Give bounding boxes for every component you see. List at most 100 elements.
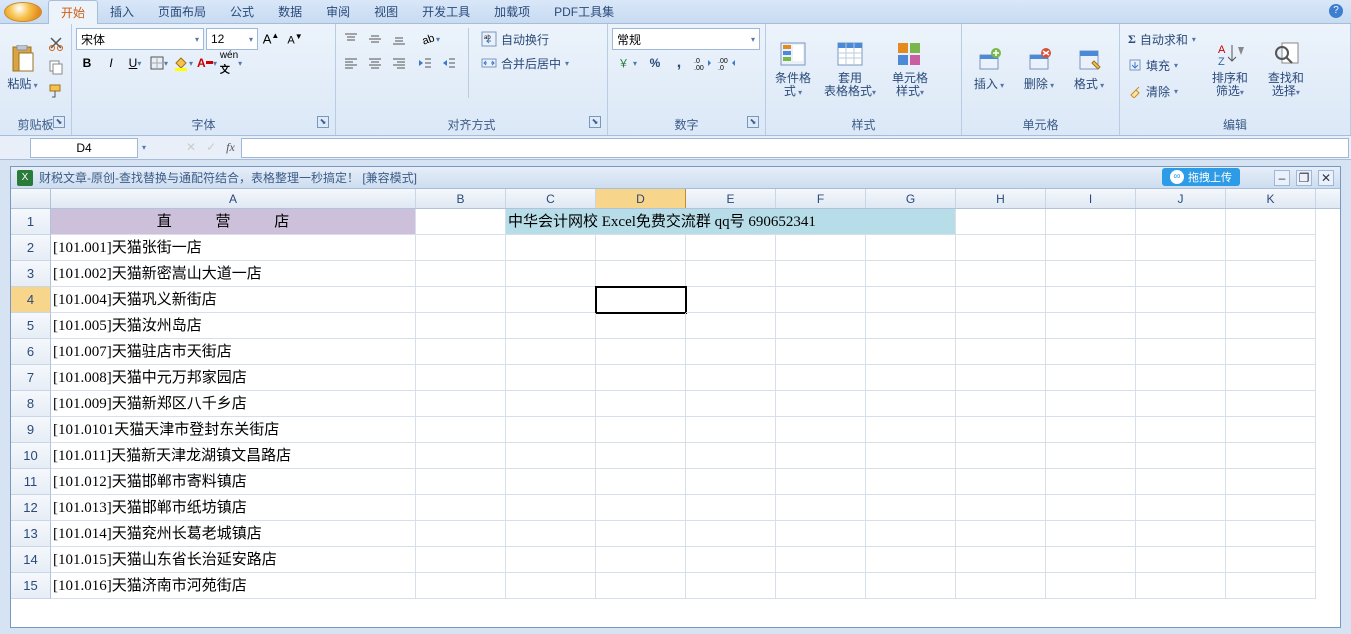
cell-G3[interactable] bbox=[866, 261, 956, 287]
cell-B5[interactable] bbox=[416, 313, 506, 339]
cell-E11[interactable] bbox=[686, 469, 776, 495]
wrap-text-button[interactable]: ab自动换行 bbox=[477, 28, 573, 50]
row-header[interactable]: 3 bbox=[11, 261, 51, 287]
row-header[interactable]: 12 bbox=[11, 495, 51, 521]
cell-J2[interactable] bbox=[1136, 235, 1226, 261]
data-cell-A9[interactable]: [101.0101天猫天津市登封东关街店 bbox=[51, 417, 416, 443]
cell-C10[interactable] bbox=[506, 443, 596, 469]
cell-J10[interactable] bbox=[1136, 443, 1226, 469]
row-header[interactable]: 4 bbox=[11, 287, 51, 313]
data-cell-A11[interactable]: [101.012]天猫邯郸市寄料镇店 bbox=[51, 469, 416, 495]
cell-G10[interactable] bbox=[866, 443, 956, 469]
cell-I5[interactable] bbox=[1046, 313, 1136, 339]
cell-J11[interactable] bbox=[1136, 469, 1226, 495]
number-format-combo[interactable]: 常规▾ bbox=[612, 28, 760, 50]
cell[interactable] bbox=[1136, 209, 1226, 235]
data-cell-A10[interactable]: [101.011]天猫新天津龙湖镇文昌路店 bbox=[51, 443, 416, 469]
cell-K6[interactable] bbox=[1226, 339, 1316, 365]
clipboard-launcher-icon[interactable]: ⬊ bbox=[53, 116, 65, 128]
data-cell-A2[interactable]: [101.001]天猫张街一店 bbox=[51, 235, 416, 261]
cell-E8[interactable] bbox=[686, 391, 776, 417]
cell-D9[interactable] bbox=[596, 417, 686, 443]
cell-C11[interactable] bbox=[506, 469, 596, 495]
cell-I9[interactable] bbox=[1046, 417, 1136, 443]
row-header[interactable]: 9 bbox=[11, 417, 51, 443]
cell-styles-button[interactable]: 单元格 样式▾ bbox=[884, 28, 936, 108]
copy-button[interactable] bbox=[45, 56, 67, 78]
cell-B8[interactable] bbox=[416, 391, 506, 417]
cell-K8[interactable] bbox=[1226, 391, 1316, 417]
format-painter-button[interactable] bbox=[45, 80, 67, 102]
cell-K12[interactable] bbox=[1226, 495, 1316, 521]
phonetic-button[interactable]: wén文▾ bbox=[220, 52, 242, 74]
row-header[interactable]: 1 bbox=[11, 209, 51, 235]
cell-I6[interactable] bbox=[1046, 339, 1136, 365]
cell-E6[interactable] bbox=[686, 339, 776, 365]
cell-F12[interactable] bbox=[776, 495, 866, 521]
cell-C14[interactable] bbox=[506, 547, 596, 573]
cell-B12[interactable] bbox=[416, 495, 506, 521]
cell-E9[interactable] bbox=[686, 417, 776, 443]
cell-F3[interactable] bbox=[776, 261, 866, 287]
cell-D7[interactable] bbox=[596, 365, 686, 391]
increase-decimal-button[interactable]: .0.00 bbox=[692, 52, 714, 74]
cell-J14[interactable] bbox=[1136, 547, 1226, 573]
cell-B4[interactable] bbox=[416, 287, 506, 313]
fx-icon[interactable]: fx bbox=[226, 140, 235, 155]
autosum-button[interactable]: Σ自动求和▾ bbox=[1124, 28, 1200, 50]
cell-I10[interactable] bbox=[1046, 443, 1136, 469]
cell-D13[interactable] bbox=[596, 521, 686, 547]
cell-C8[interactable] bbox=[506, 391, 596, 417]
data-cell-A13[interactable]: [101.014]天猫兖州长葛老城镇店 bbox=[51, 521, 416, 547]
cell-J15[interactable] bbox=[1136, 573, 1226, 599]
upload-badge[interactable]: ∞拖拽上传 bbox=[1162, 168, 1240, 186]
paste-button[interactable]: 粘贴 ▾ bbox=[4, 28, 41, 108]
cell-J13[interactable] bbox=[1136, 521, 1226, 547]
data-cell-A3[interactable]: [101.002]天猫新密嵩山大道一店 bbox=[51, 261, 416, 287]
cell-G12[interactable] bbox=[866, 495, 956, 521]
cell[interactable] bbox=[1046, 209, 1136, 235]
data-cell-A4[interactable]: [101.004]天猫巩义新街店 bbox=[51, 287, 416, 313]
data-cell-A5[interactable]: [101.005]天猫汝州岛店 bbox=[51, 313, 416, 339]
cell[interactable] bbox=[956, 209, 1046, 235]
cell-D6[interactable] bbox=[596, 339, 686, 365]
tab-开发工具[interactable]: 开发工具 bbox=[410, 0, 482, 24]
font-name-combo[interactable]: 宋体▾ bbox=[76, 28, 204, 50]
cell-G6[interactable] bbox=[866, 339, 956, 365]
cell-K3[interactable] bbox=[1226, 261, 1316, 287]
cell-C4[interactable] bbox=[506, 287, 596, 313]
font-color-button[interactable]: A▾ bbox=[196, 52, 218, 74]
cell-D4[interactable] bbox=[596, 287, 686, 313]
row-header[interactable]: 5 bbox=[11, 313, 51, 339]
select-all-corner[interactable] bbox=[11, 189, 51, 208]
cell-F7[interactable] bbox=[776, 365, 866, 391]
cell-G14[interactable] bbox=[866, 547, 956, 573]
cell-D3[interactable] bbox=[596, 261, 686, 287]
cell-B7[interactable] bbox=[416, 365, 506, 391]
cell-C13[interactable] bbox=[506, 521, 596, 547]
data-cell-A6[interactable]: [101.007]天猫驻店市天街店 bbox=[51, 339, 416, 365]
cell-F4[interactable] bbox=[776, 287, 866, 313]
cell-D5[interactable] bbox=[596, 313, 686, 339]
cell-J3[interactable] bbox=[1136, 261, 1226, 287]
spreadsheet-grid[interactable]: ABCDEFGHIJK 1直 营 店中华会计网校 Excel免费交流群 qq号 … bbox=[11, 189, 1340, 627]
cell-H10[interactable] bbox=[956, 443, 1046, 469]
col-header-K[interactable]: K bbox=[1226, 189, 1316, 208]
cell-E4[interactable] bbox=[686, 287, 776, 313]
font-launcher-icon[interactable]: ⬊ bbox=[317, 116, 329, 128]
name-box[interactable]: D4 bbox=[30, 138, 138, 158]
number-launcher-icon[interactable]: ⬊ bbox=[747, 116, 759, 128]
cell-E15[interactable] bbox=[686, 573, 776, 599]
data-cell-A14[interactable]: [101.015]天猫山东省长治延安路店 bbox=[51, 547, 416, 573]
tab-数据[interactable]: 数据 bbox=[266, 0, 314, 24]
cell-I14[interactable] bbox=[1046, 547, 1136, 573]
cell-B11[interactable] bbox=[416, 469, 506, 495]
cell-G4[interactable] bbox=[866, 287, 956, 313]
cell-D14[interactable] bbox=[596, 547, 686, 573]
header-merged[interactable]: 中华会计网校 Excel免费交流群 qq号 690652341 bbox=[506, 209, 956, 235]
tab-审阅[interactable]: 审阅 bbox=[314, 0, 362, 24]
accounting-format-button[interactable]: ￥▾ bbox=[612, 52, 642, 74]
fill-button[interactable]: 填充▾ bbox=[1124, 54, 1200, 76]
font-size-combo[interactable]: 12▾ bbox=[206, 28, 258, 50]
cell-J9[interactable] bbox=[1136, 417, 1226, 443]
